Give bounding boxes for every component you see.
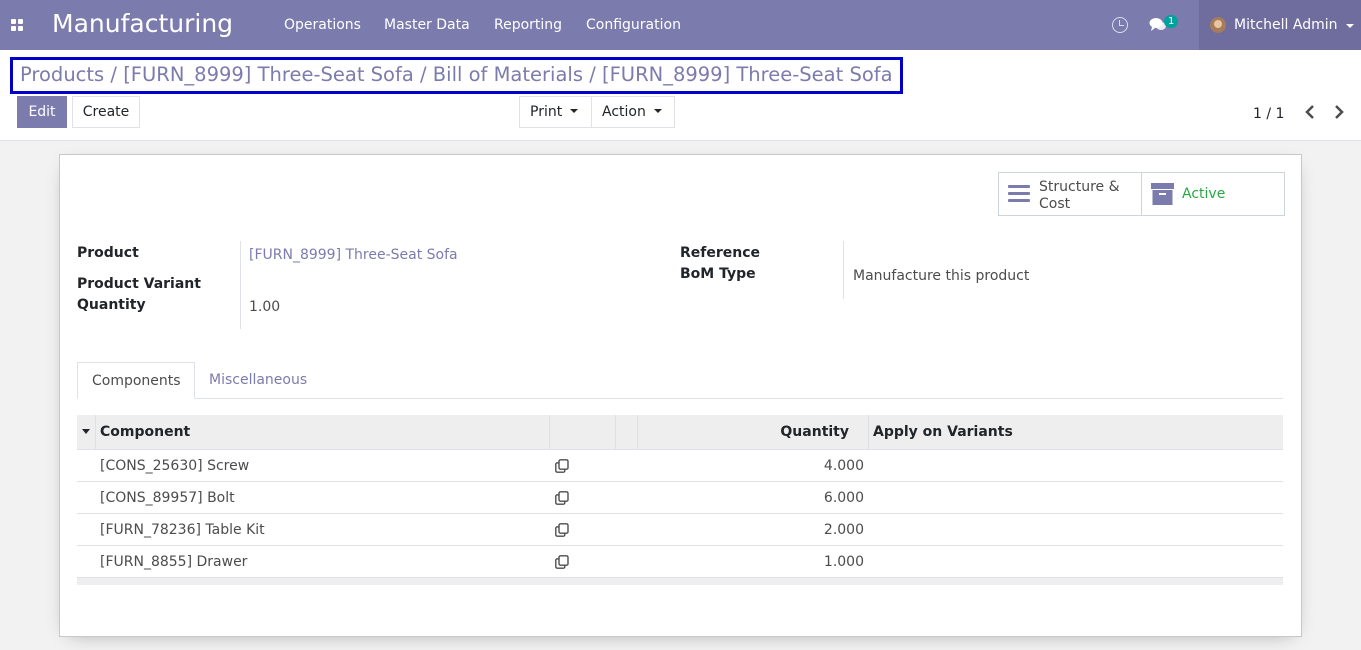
- caret-down-icon: [653, 109, 662, 113]
- avatar: [1210, 17, 1226, 33]
- product-label: Product: [77, 245, 139, 261]
- notebook-tabs: Components Miscellaneous: [77, 362, 1283, 399]
- app-title[interactable]: Manufacturing: [52, 9, 233, 38]
- tab-components[interactable]: Components: [77, 362, 195, 399]
- structure-label-line2: Cost: [1039, 196, 1071, 212]
- component-cell: [CONS_25630] Screw: [100, 458, 250, 474]
- active-toggle-button[interactable]: Active: [1142, 173, 1284, 215]
- header-component[interactable]: Component: [100, 415, 190, 450]
- tab-miscellaneous[interactable]: Miscellaneous: [195, 362, 321, 399]
- field-divider: [240, 241, 241, 329]
- apps-menu-icon[interactable]: [11, 19, 24, 32]
- reference-label: Reference: [680, 245, 761, 261]
- quantity-cell: 4.000: [823, 458, 864, 474]
- copy-icon[interactable]: [555, 491, 569, 505]
- archive-icon: [1151, 183, 1174, 205]
- action-dropdown[interactable]: Action: [591, 96, 675, 128]
- copy-icon[interactable]: [555, 459, 569, 473]
- create-button[interactable]: Create: [72, 96, 140, 128]
- copy-icon[interactable]: [555, 555, 569, 569]
- product-field[interactable]: [FURN_8999] Three-Seat Sofa: [249, 247, 458, 263]
- print-label: Print: [530, 104, 563, 120]
- breadcrumb-product[interactable]: [FURN_8999] Three-Seat Sofa: [123, 63, 414, 86]
- table-row[interactable]: [CONS_89957] Bolt 6.000: [77, 482, 1283, 514]
- column-separator: [549, 415, 550, 450]
- breadcrumb-separator: /: [420, 63, 433, 86]
- breadcrumb-separator: /: [110, 63, 124, 86]
- quantity-cell: 1.000: [823, 554, 864, 570]
- quantity-cell: 6.000: [823, 490, 864, 506]
- pager-value[interactable]: 1 / 1: [1253, 106, 1284, 122]
- quantity-label: Quantity: [77, 297, 146, 313]
- quantity-field[interactable]: 1.00: [249, 299, 280, 315]
- user-menu[interactable]: Mitchell Admin: [1199, 0, 1361, 50]
- edit-button[interactable]: Edit: [17, 96, 67, 128]
- breadcrumb-separator: /: [589, 63, 602, 86]
- bom-type-field[interactable]: Manufacture this product: [853, 268, 1029, 284]
- form-sheet: Structure & Cost Active Product Product …: [59, 154, 1302, 637]
- menu-configuration[interactable]: Configuration: [586, 17, 681, 33]
- breadcrumb-bom-list[interactable]: Bill of Materials: [433, 63, 583, 86]
- menu-master-data[interactable]: Master Data: [384, 17, 470, 33]
- user-name: Mitchell Admin: [1234, 17, 1338, 33]
- component-cell: [FURN_78236] Table Kit: [100, 522, 265, 538]
- chat-count-badge: 1: [1164, 15, 1179, 28]
- menu-operations[interactable]: Operations: [284, 17, 361, 33]
- structure-cost-button[interactable]: Structure & Cost: [999, 173, 1142, 215]
- structure-label-line1: Structure &: [1039, 179, 1120, 195]
- component-cell: [CONS_89957] Bolt: [100, 490, 235, 506]
- chevron-left-icon[interactable]: [1304, 105, 1316, 119]
- control-panel: Products / [FURN_8999] Three-Seat Sofa /…: [0, 50, 1361, 141]
- table-footer: [77, 578, 1283, 585]
- field-divider: [843, 241, 844, 299]
- column-separator: [868, 415, 869, 450]
- menu-reporting[interactable]: Reporting: [494, 17, 562, 33]
- breadcrumb: Products / [FURN_8999] Three-Seat Sofa /…: [10, 57, 903, 94]
- bom-type-label: BoM Type: [680, 266, 756, 282]
- table-row[interactable]: [FURN_78236] Table Kit 2.000: [77, 514, 1283, 546]
- quantity-cell: 2.000: [823, 522, 864, 538]
- header-quantity[interactable]: Quantity: [637, 415, 849, 450]
- header-apply-on-variants[interactable]: Apply on Variants: [873, 415, 1013, 450]
- table-row[interactable]: [FURN_8855] Drawer 1.000: [77, 546, 1283, 578]
- bars-icon: [1008, 185, 1030, 203]
- active-label: Active: [1182, 186, 1226, 202]
- top-navbar: Manufacturing Operations Master Data Rep…: [0, 0, 1361, 50]
- caret-down-icon[interactable]: [82, 429, 90, 434]
- breadcrumb-current: [FURN_8999] Three-Seat Sofa: [601, 63, 893, 86]
- structure-cost-label: Structure & Cost: [1039, 179, 1120, 213]
- column-separator: [615, 415, 616, 450]
- column-separator: [95, 415, 96, 450]
- button-box: Structure & Cost Active: [998, 172, 1285, 216]
- table-header: Component Quantity Apply on Variants: [77, 415, 1283, 450]
- copy-icon[interactable]: [555, 523, 569, 537]
- action-label: Action: [602, 104, 646, 120]
- activity-clock-icon[interactable]: [1112, 17, 1128, 33]
- chevron-down-icon: [1346, 24, 1354, 28]
- breadcrumb-products[interactable]: Products: [20, 63, 104, 86]
- component-cell: [FURN_8855] Drawer: [100, 554, 248, 570]
- product-variant-label: Product Variant: [77, 276, 201, 292]
- chevron-right-icon[interactable]: [1333, 105, 1345, 119]
- print-dropdown[interactable]: Print: [519, 96, 592, 128]
- table-row[interactable]: [CONS_25630] Screw 4.000: [77, 450, 1283, 482]
- caret-down-icon: [570, 109, 579, 113]
